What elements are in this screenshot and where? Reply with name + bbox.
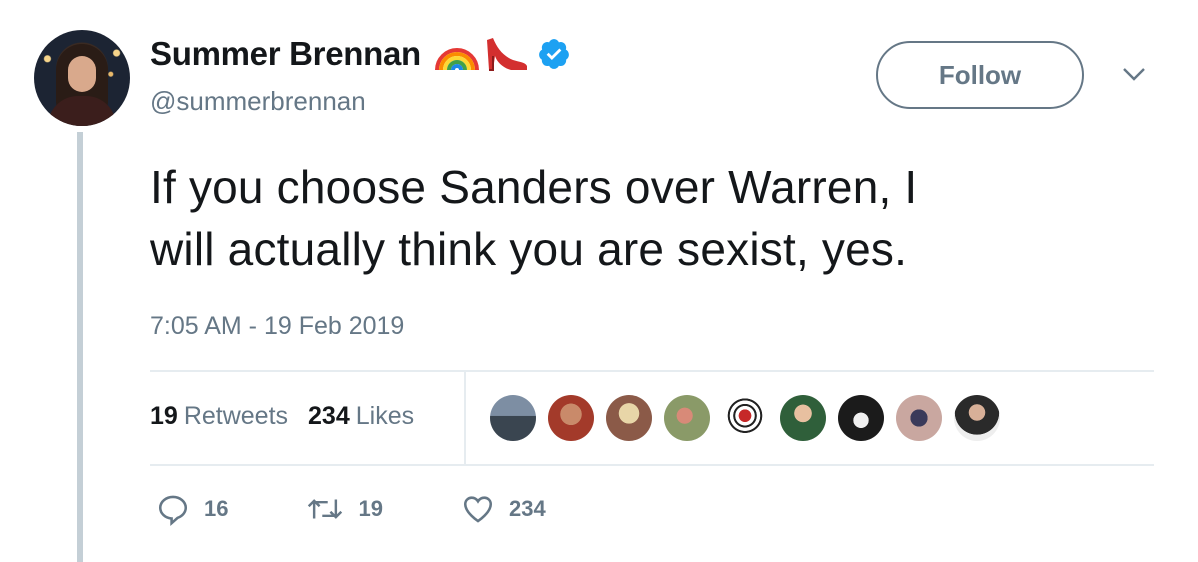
thread-line — [77, 132, 83, 562]
like-action[interactable]: 234 — [461, 492, 546, 526]
tweet-text-line-1: If you choose Sanders over Warren, I — [150, 161, 918, 213]
retweets-stat-label: Retweets — [183, 402, 289, 430]
rainbow-emoji-icon — [434, 48, 479, 71]
liker-avatar-1[interactable] — [488, 393, 538, 443]
retweet-action[interactable]: 19 — [306, 492, 383, 526]
likes-stat[interactable]: 234 Likes — [308, 402, 414, 431]
likes-stat-label: Likes — [355, 402, 415, 430]
liker-avatar-6[interactable] — [778, 393, 828, 443]
stats-divider-vertical — [464, 372, 466, 464]
tweet-text: If you choose Sanders over Warren, I wil… — [150, 156, 1150, 280]
liker-avatar-9[interactable] — [952, 393, 1002, 443]
liker-avatar-7[interactable] — [836, 393, 886, 443]
author-handle[interactable]: @summerbrennan — [150, 86, 366, 117]
stats-divider-top — [150, 370, 1154, 372]
author-avatar[interactable] — [34, 30, 130, 126]
tweet-actions: 16 19 234 — [150, 492, 546, 526]
liker-avatar-5[interactable] — [720, 393, 770, 443]
liker-avatar-3[interactable] — [604, 393, 654, 443]
retweet-icon — [308, 499, 343, 519]
stats-divider-bottom — [150, 464, 1154, 466]
liker-avatar-2[interactable] — [546, 393, 596, 443]
follow-button[interactable]: Follow — [876, 41, 1084, 109]
tweet-text-line-2: will actually think you are sexist, yes. — [150, 223, 908, 275]
like-count: 234 — [508, 496, 546, 521]
author-name[interactable]: Summer Brennan — [150, 35, 421, 73]
liker-avatar-4[interactable] — [662, 393, 712, 443]
liker-avatar-8[interactable] — [894, 393, 944, 443]
liker-avatars — [488, 393, 1010, 443]
likes-stat-count: 234 — [308, 402, 350, 430]
reply-count: 16 — [204, 496, 229, 521]
reply-action[interactable]: 16 — [156, 492, 228, 526]
tweet-timestamp[interactable]: 7:05 AM - 19 Feb 2019 — [150, 312, 404, 341]
chevron-down-icon[interactable] — [1122, 66, 1146, 87]
retweet-count: 19 — [358, 496, 383, 521]
avatar-face — [68, 56, 96, 92]
verified-badge-icon — [537, 37, 571, 71]
heart-icon — [463, 496, 492, 523]
reply-icon — [158, 495, 188, 526]
retweets-stat[interactable]: 19 Retweets — [150, 402, 288, 431]
retweets-stat-count: 19 — [150, 402, 178, 430]
tweet-stats: 19 Retweets 234 Likes — [150, 402, 434, 431]
high-heel-emoji-icon — [486, 38, 527, 71]
name-emojis — [433, 34, 529, 74]
author-name-row: Summer Brennan — [150, 34, 571, 74]
